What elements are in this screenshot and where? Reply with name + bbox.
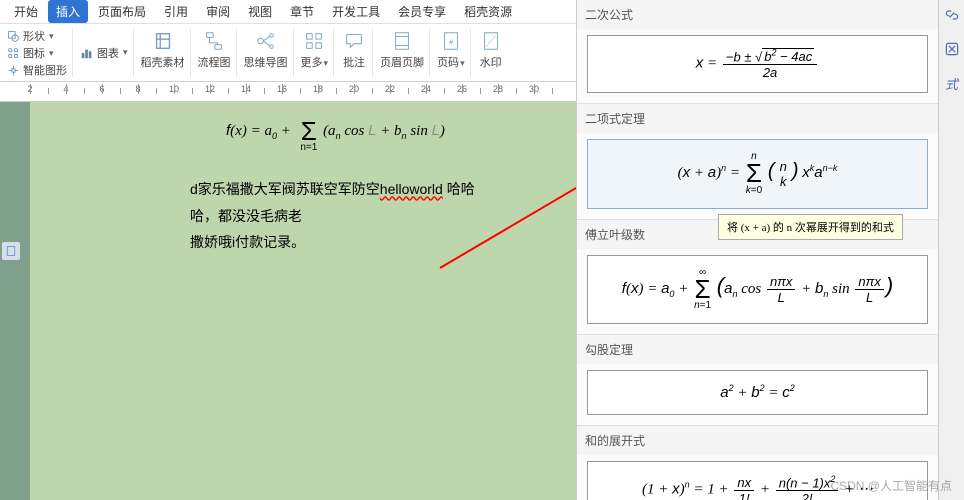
tab-member[interactable]: 会员专享 (390, 0, 454, 23)
tab-view[interactable]: 视图 (240, 0, 280, 23)
ribbon-material[interactable]: 稻壳素材 (136, 28, 191, 77)
right-strip: 式 (938, 0, 964, 500)
ribbon-shapes-group: 形状▾ 图标▾ 智能图形 (2, 28, 73, 77)
tab-references[interactable]: 引用 (156, 0, 196, 23)
ribbon-mindmap[interactable]: 思维导图 (239, 28, 294, 77)
tab-review[interactable]: 审阅 (198, 0, 238, 23)
eq-quadratic[interactable]: x = −b ± √b2 − 4ac2a (587, 35, 928, 93)
tab-bar: 开始 插入 页面布局 引用 审阅 视图 章节 开发工具 会员专享 稻壳资源 (0, 0, 576, 24)
tab-section[interactable]: 章节 (282, 0, 322, 23)
eq-tooltip: 将 (x + a) 的 n 次幂展开得到的和式 (718, 214, 903, 240)
page-thumb-icon[interactable] (2, 242, 20, 260)
tab-devtools[interactable]: 开发工具 (324, 0, 388, 23)
strip-link-icon[interactable] (941, 4, 963, 26)
svg-text:#: # (449, 38, 454, 47)
tab-start[interactable]: 开始 (6, 0, 46, 23)
eq-title-quadratic: 二次公式 (577, 0, 938, 29)
chart-dropdown[interactable]: 图表▾ (75, 28, 134, 77)
eq-fourier[interactable]: f(x) = a0 + ∞Σn=1 (an cos nπxL + bn sin … (587, 255, 928, 324)
equation-panel[interactable]: 二次公式 x = −b ± √b2 − 4ac2a 二项式定理 (x + a)n = … (577, 0, 938, 500)
body-text[interactable]: d家乐福撒大军阀苏联空军防空helloworld 哈哈哈，都没没毛病老 撒娇哦i… (190, 177, 490, 256)
eq-pythag[interactable]: a2 + b2 = c2 (587, 370, 928, 415)
ruler: 24681012141618202224262830 (0, 82, 576, 102)
shapes-button[interactable]: 形状▾ (7, 28, 67, 44)
ribbon-comment[interactable]: 批注 (336, 28, 373, 77)
tab-pagelayout[interactable]: 页面布局 (90, 0, 154, 23)
eq-binomial[interactable]: (x + a)n = nΣk=0 (nk) xkan−k将 (x + a) 的 … (587, 139, 928, 208)
eq-title-pythag: 勾股定理 (577, 335, 938, 364)
tab-resources[interactable]: 稻壳资源 (456, 0, 520, 23)
ribbon-more[interactable]: 更多▾ (296, 28, 335, 77)
smartart-button[interactable]: 智能图形 (7, 62, 67, 78)
watermark-text: CSDN @人工智能有点 (830, 477, 952, 494)
ribbon: 形状▾ 图标▾ 智能图形 图表▾ 稻壳素材 流程图 思维导图 (0, 24, 576, 82)
eq-title-sumexp: 和的展开式 (577, 426, 938, 455)
strip-style-icon[interactable]: 式 (941, 72, 963, 94)
ribbon-pagenumber[interactable]: # 页码▾ (432, 28, 471, 77)
ribbon-flowchart[interactable]: 流程图 (193, 28, 237, 77)
formula-in-doc: f(x) = a0 + Σn=1 (an cos L + bn sin L) (190, 110, 490, 153)
icons-button[interactable]: 图标▾ (7, 45, 67, 61)
ribbon-watermark[interactable]: 水印 (473, 28, 509, 77)
strip-fav-icon[interactable] (941, 38, 963, 60)
ribbon-headerfooter[interactable]: 页眉页脚 (375, 28, 430, 77)
document-area[interactable]: f(x) = a0 + Σn=1 (an cos L + bn sin L) d… (0, 102, 576, 500)
tab-insert[interactable]: 插入 (48, 0, 88, 23)
eq-title-binomial: 二项式定理 (577, 104, 938, 133)
